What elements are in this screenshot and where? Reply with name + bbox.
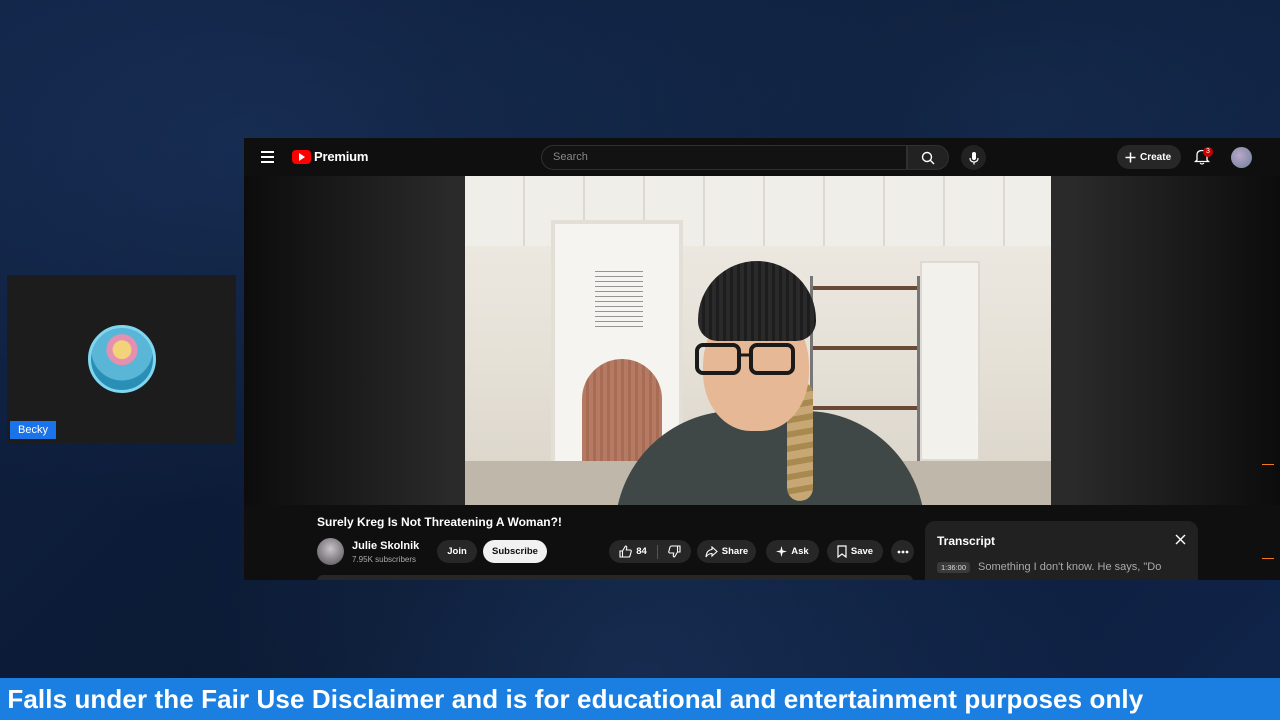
description-box[interactable]: [317, 575, 913, 580]
hamburger-menu-icon[interactable]: [261, 151, 274, 163]
youtube-play-icon: [292, 149, 311, 164]
sparkle-icon: [776, 546, 788, 557]
subscribe-button[interactable]: Subscribe: [483, 540, 547, 563]
join-label: Join: [447, 546, 467, 557]
participant-name-tag: Becky: [10, 421, 56, 439]
youtube-header: Premium Search Create 3: [244, 138, 1280, 176]
search-button[interactable]: [907, 145, 949, 170]
more-actions-button[interactable]: [891, 540, 914, 563]
save-label: Save: [850, 546, 874, 557]
save-button[interactable]: Save: [827, 540, 883, 563]
like-dislike-group: 84: [609, 540, 691, 563]
voice-search-button[interactable]: [961, 145, 986, 170]
ask-button[interactable]: Ask: [766, 540, 819, 563]
ticker-text: tent Falls under the Fair Use Disclaimer…: [0, 684, 1144, 714]
microphone-icon: [968, 151, 979, 164]
plus-icon: [1125, 152, 1136, 162]
notification-badge: 3: [1203, 147, 1213, 157]
video-player[interactable]: [244, 176, 1280, 505]
subscriber-count: 7.95K subscribers: [352, 555, 417, 564]
like-count: 84: [636, 546, 647, 557]
youtube-logo[interactable]: Premium: [292, 149, 368, 164]
bookmark-icon: [837, 545, 847, 558]
transcript-panel: Transcript 1:36:00 Something I don't kno…: [925, 521, 1198, 580]
webcam-tile: Becky: [7, 275, 236, 443]
ask-label: Ask: [791, 546, 809, 557]
participant-avatar: [88, 325, 156, 393]
create-label: Create: [1140, 151, 1172, 163]
video-frame: [465, 176, 1051, 505]
search-icon: [921, 151, 935, 164]
transcript-timestamp[interactable]: 1:36:00: [937, 562, 971, 573]
close-icon[interactable]: [1175, 534, 1186, 545]
create-button[interactable]: Create: [1117, 145, 1182, 169]
share-label: Share: [721, 546, 749, 557]
join-button[interactable]: Join: [437, 540, 477, 563]
share-icon: [705, 545, 718, 557]
transcript-line[interactable]: Something I don't know. He says, "Do: [978, 560, 1188, 574]
disclaimer-ticker: tent Falls under the Fair Use Disclaimer…: [0, 678, 1280, 720]
account-avatar[interactable]: [1231, 147, 1252, 168]
dislike-icon[interactable]: [667, 545, 681, 558]
transcript-title: Transcript: [937, 534, 996, 548]
search-input[interactable]: Search: [541, 145, 907, 170]
channel-avatar[interactable]: [317, 538, 344, 565]
logo-text: Premium: [314, 149, 369, 164]
more-horizontal-icon: [897, 550, 908, 553]
video-title: Surely Kreg Is Not Threatening A Woman?!: [317, 515, 562, 529]
channel-name[interactable]: Julie Skolnik: [352, 540, 419, 552]
like-icon[interactable]: [619, 545, 633, 558]
youtube-window: Premium Search Create 3 Surely Kreg Is N…: [244, 138, 1280, 580]
subscribe-label: Subscribe: [492, 546, 538, 557]
share-button[interactable]: Share: [697, 540, 756, 563]
